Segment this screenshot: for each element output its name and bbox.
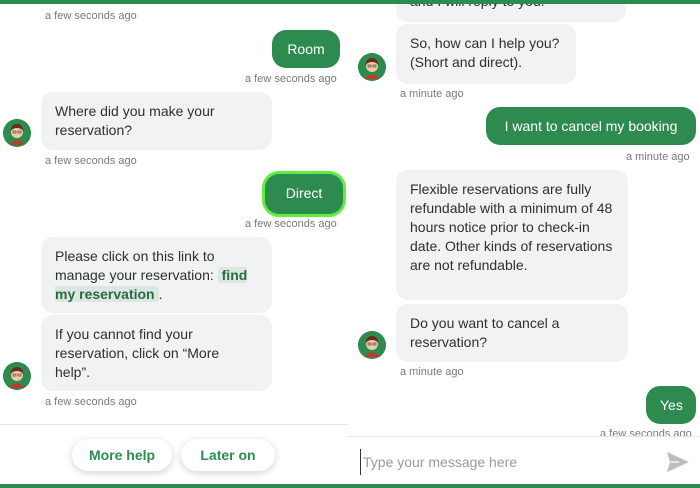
- agent-avatar-icon: [358, 53, 386, 81]
- bot-message-manage-link: Please click on this link to manage your…: [41, 237, 272, 313]
- more-help-button[interactable]: More help: [72, 439, 172, 471]
- user-message-room: Room: [272, 30, 340, 68]
- user-message-yes: Yes: [646, 386, 696, 424]
- timestamp: a few seconds ago: [45, 396, 137, 408]
- timestamp: a few seconds ago: [245, 73, 337, 85]
- chat-panel-left: a few seconds ago Room a few seconds ago…: [0, 4, 348, 484]
- message-text: .: [158, 286, 163, 302]
- quick-replies-bar: More help Later on: [0, 424, 348, 484]
- bottom-accent-bar: [0, 484, 700, 488]
- timestamp: a few seconds ago: [45, 155, 137, 167]
- timestamp: a few seconds ago: [45, 10, 137, 22]
- user-message-direct: Direct: [265, 174, 343, 214]
- bot-message-more-help: If you cannot find your reservation, cli…: [41, 315, 272, 391]
- timestamp: a minute ago: [626, 151, 690, 163]
- timestamp: a few seconds ago: [245, 218, 337, 230]
- timestamp: a minute ago: [400, 88, 464, 100]
- message-text: Please click on this link to manage your…: [55, 248, 218, 283]
- user-message-cancel-booking: I want to cancel my booking: [486, 107, 696, 145]
- bot-message-cancel-question: Do you want to cancel a reservation?: [396, 304, 628, 362]
- bot-message-reply-note: and I will reply to you.: [396, 4, 626, 22]
- bot-message-how-help: So, how can I help you? (Short and direc…: [396, 24, 576, 84]
- timestamp: a minute ago: [400, 366, 464, 378]
- later-on-button[interactable]: Later on: [181, 439, 275, 471]
- agent-avatar-icon: [3, 362, 31, 390]
- message-input-bar: [348, 436, 700, 484]
- chat-panel-right: and I will reply to you. So, how can I h…: [348, 4, 700, 484]
- send-icon[interactable]: [666, 451, 690, 473]
- bot-message-where-reservation: Where did you make your reservation?: [41, 92, 272, 150]
- message-input[interactable]: [360, 449, 660, 475]
- agent-avatar-icon: [3, 119, 31, 147]
- bot-message-refund-policy: Flexible reservations are fully refundab…: [396, 170, 628, 300]
- agent-avatar-icon: [358, 331, 386, 359]
